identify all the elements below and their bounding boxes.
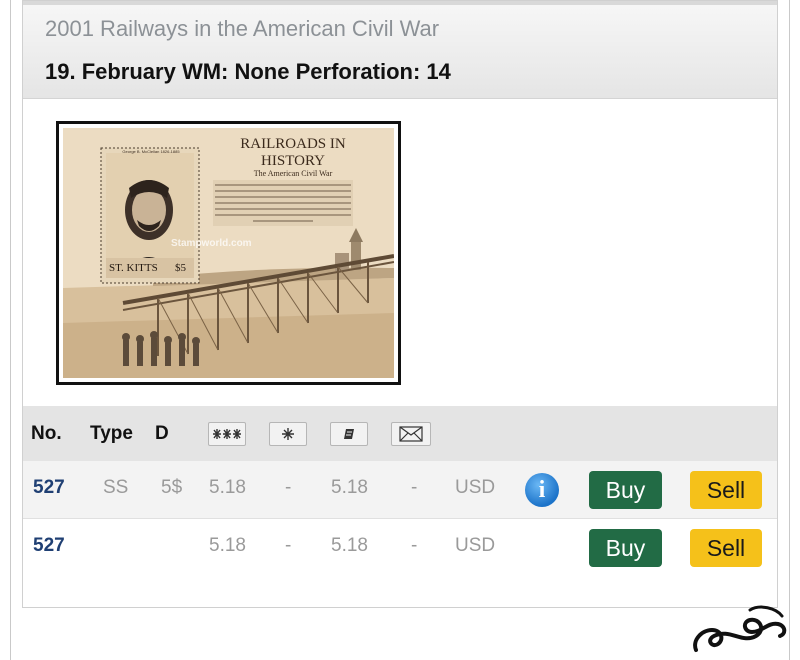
issue-title[interactable]: 2001 Railways in the American Civil War bbox=[45, 16, 439, 42]
price-used: 5.18 bbox=[331, 477, 368, 498]
price-mnh: 5.18 bbox=[209, 477, 246, 498]
stamp-type: SS bbox=[103, 477, 129, 498]
ornament-scroll-icon bbox=[693, 605, 787, 652]
page-rail-right bbox=[789, 0, 790, 660]
currency: USD bbox=[455, 477, 496, 498]
buy-button[interactable]: Buy bbox=[589, 471, 662, 509]
watermark-text: Stampworld.com bbox=[171, 238, 252, 249]
table-row: 527 5.18 - 5.18 - USD Buy Sell bbox=[23, 519, 777, 577]
issue-details: 19. February WM: None Perforation: 14 bbox=[45, 59, 451, 84]
buy-button[interactable]: Buy bbox=[589, 529, 662, 567]
table-row: 527 SS 5$ 5.18 - 5.18 - USD i Buy Sell bbox=[23, 461, 777, 519]
header-d: D bbox=[155, 423, 169, 444]
price-cover: - bbox=[411, 477, 418, 498]
souvenir-sheet: RAILROADS IN HISTORY The American Civil … bbox=[63, 128, 394, 378]
sheet-subheading: The American Civil War bbox=[253, 169, 333, 178]
stamp-issue-card: 2001 Railways in the American Civil War … bbox=[22, 0, 778, 608]
stamp-number-link[interactable]: 527 bbox=[33, 477, 65, 499]
sell-button[interactable]: Sell bbox=[690, 471, 762, 509]
mint-never-hinged-icon[interactable] bbox=[208, 422, 246, 446]
price-used: 5.18 bbox=[331, 535, 368, 556]
currency: USD bbox=[455, 535, 496, 556]
used-icon[interactable] bbox=[330, 422, 368, 446]
portrait-caption: George B. McClellan 1826-1885 bbox=[122, 149, 180, 154]
cover-icon[interactable] bbox=[391, 422, 431, 446]
issue-header: 2001 Railways in the American Civil War … bbox=[23, 1, 777, 99]
sheet-heading-1: RAILROADS IN bbox=[240, 136, 346, 152]
stamp-denomination: $5 bbox=[175, 262, 186, 274]
sheet-heading-2: HISTORY bbox=[261, 153, 325, 169]
page-rail-left bbox=[10, 0, 11, 660]
header-no: No. bbox=[31, 423, 62, 444]
stamp-number-link[interactable]: 527 bbox=[33, 535, 65, 557]
header-divider bbox=[23, 1, 777, 5]
stamp-image[interactable]: RAILROADS IN HISTORY The American Civil … bbox=[56, 121, 401, 385]
stamp-country: ST. KITTS bbox=[109, 262, 158, 274]
header-type: Type bbox=[90, 423, 133, 444]
stamp-denomination-value: 5$ bbox=[161, 477, 183, 498]
price-mnh: 5.18 bbox=[209, 535, 246, 556]
price-cover: - bbox=[411, 535, 418, 556]
info-icon[interactable]: i bbox=[525, 473, 559, 507]
mint-hinged-icon[interactable] bbox=[269, 422, 307, 446]
price-mh: - bbox=[285, 477, 292, 498]
catalog-table-header: No. Type D bbox=[23, 406, 777, 461]
price-mh: - bbox=[285, 535, 292, 556]
sell-button[interactable]: Sell bbox=[690, 529, 762, 567]
